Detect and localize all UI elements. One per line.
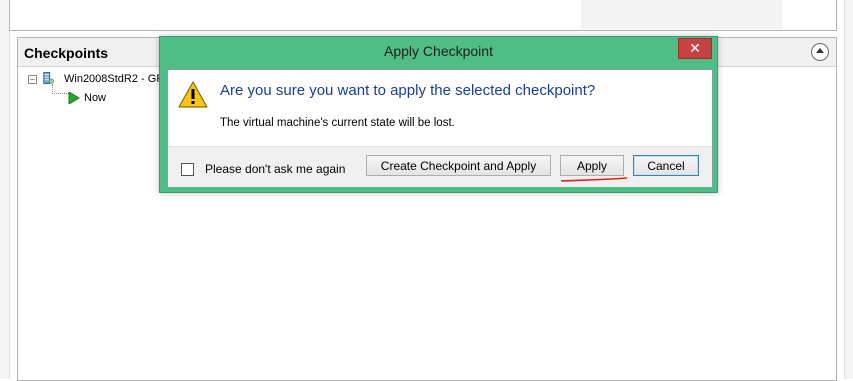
collapse-icon[interactable] xyxy=(811,43,829,61)
play-icon xyxy=(68,92,80,104)
tree-connector xyxy=(52,84,69,94)
dialog-content: Are you sure you want to apply the selec… xyxy=(168,70,712,146)
tree-item-vm-label: Win2008StdR2 - GF xyxy=(64,73,164,85)
dont-ask-label[interactable]: Please don't ask me again xyxy=(205,162,345,176)
right-pane-edge xyxy=(844,0,853,379)
annotation-underline xyxy=(560,177,628,182)
apply-button[interactable]: Apply xyxy=(560,155,624,176)
cancel-button[interactable]: Cancel xyxy=(633,155,699,176)
dialog-footer: Please don't ask me again Create Checkpo… xyxy=(168,146,712,187)
checkpoints-title: Checkpoints xyxy=(24,45,109,61)
dialog-detail: The virtual machine's current state will… xyxy=(220,117,455,129)
apply-checkpoint-dialog: Apply Checkpoint ✕ Are you sure you want… xyxy=(159,36,718,193)
top-panel-shaded-area xyxy=(581,0,782,29)
dialog-title: Apply Checkpoint xyxy=(384,43,493,59)
left-pane-edge xyxy=(0,0,10,379)
top-panel xyxy=(9,0,837,31)
dont-ask-checkbox[interactable] xyxy=(181,163,194,176)
create-checkpoint-and-apply-button[interactable]: Create Checkpoint and Apply xyxy=(366,155,551,176)
dialog-question: Are you sure you want to apply the selec… xyxy=(220,82,596,99)
close-icon[interactable]: ✕ xyxy=(678,38,712,59)
tree-item-now[interactable]: Now xyxy=(84,92,106,104)
warning-icon xyxy=(178,81,208,108)
dialog-body: Are you sure you want to apply the selec… xyxy=(167,69,713,187)
tree-expander[interactable]: − xyxy=(28,75,37,84)
